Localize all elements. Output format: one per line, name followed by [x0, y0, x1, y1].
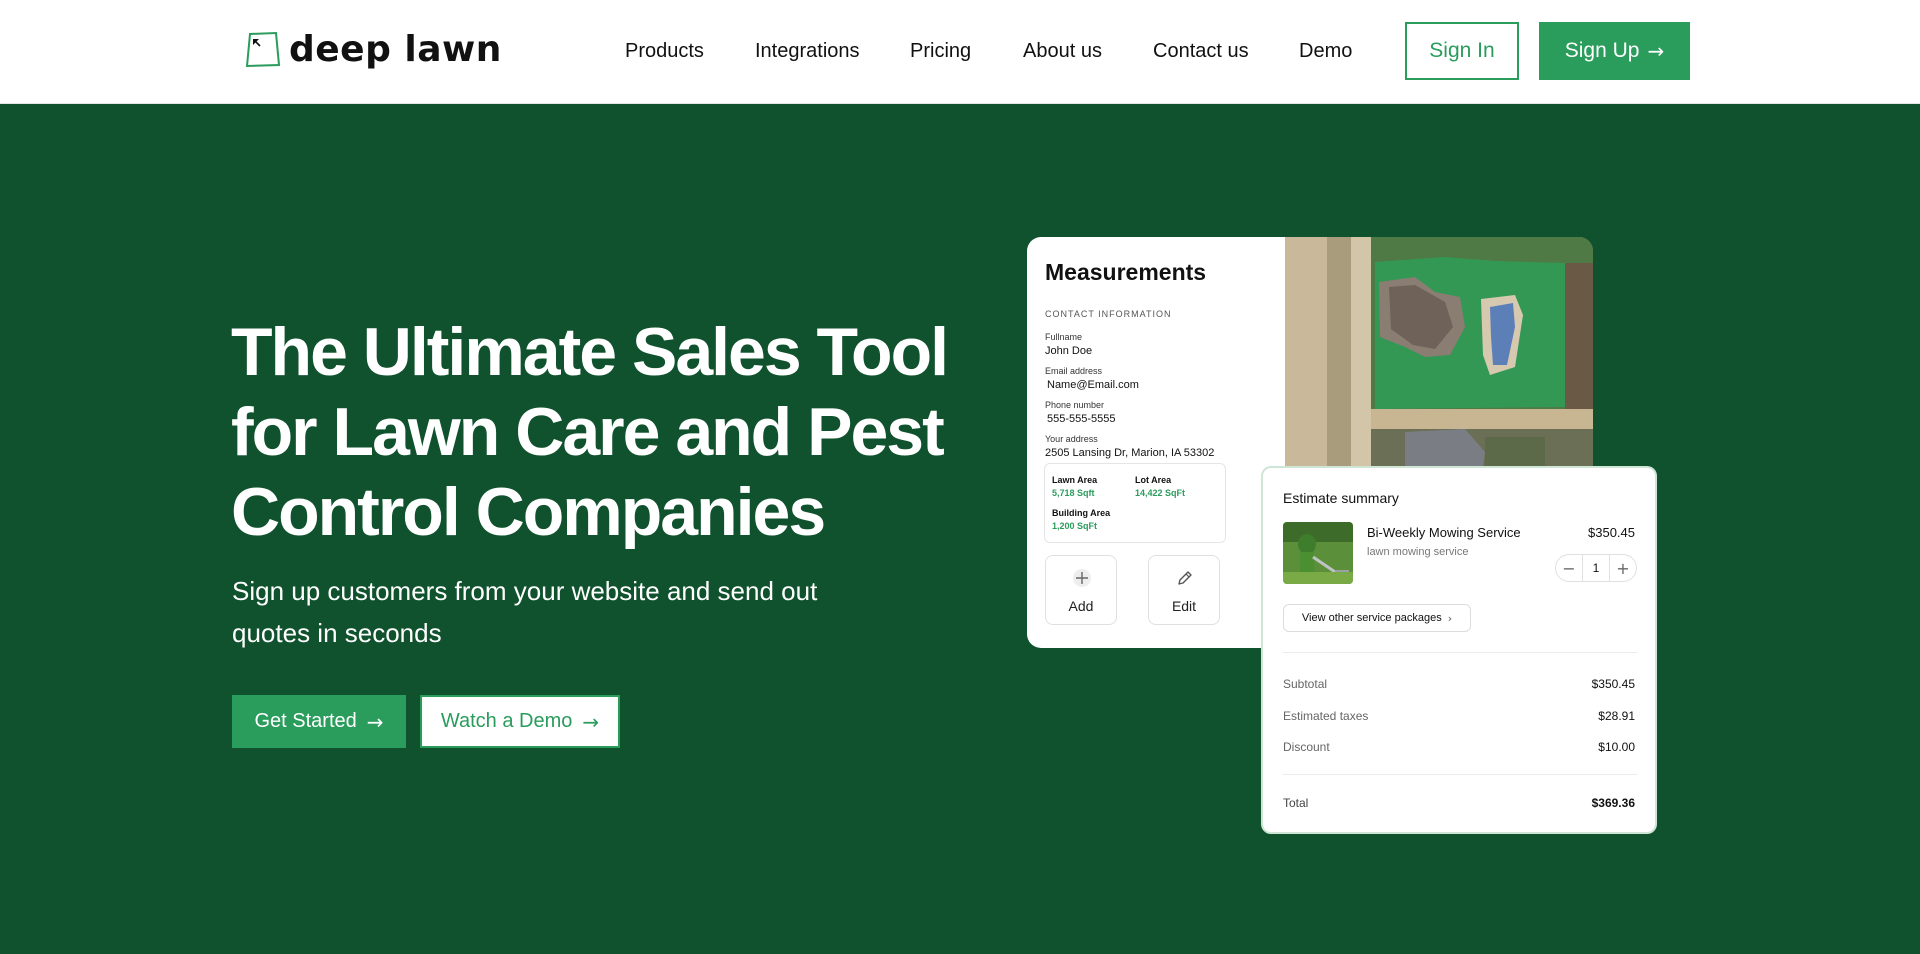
taxes-label: Estimated taxes — [1283, 709, 1369, 723]
phone-value: 555-555-5555 — [1047, 413, 1116, 425]
subtotal-label: Subtotal — [1283, 677, 1328, 691]
lawn-area-value: 5,718 Sqft — [1052, 488, 1095, 498]
hero-title: The Ultimate Sales Tool for Lawn Care an… — [231, 312, 991, 552]
discount-label: Discount — [1283, 740, 1330, 754]
quantity-value[interactable]: 1 — [1582, 555, 1610, 581]
hero-subtitle: Sign up customers from your website and … — [232, 570, 872, 654]
total-value: $369.36 — [1591, 796, 1635, 810]
estimate-summary-card: Estimate summary Bi-Weekly Mowing Servic… — [1261, 466, 1657, 834]
discount-value: $10.00 — [1598, 740, 1635, 754]
hero-title-line: for Lawn Care and Pest — [231, 394, 945, 470]
contact-info-heading: CONTACT INFORMATION — [1045, 309, 1172, 319]
lawn-polygon-icon — [245, 31, 281, 68]
add-label: Add — [1068, 598, 1094, 614]
building-area-label: Building Area — [1052, 508, 1111, 518]
nav-products[interactable]: Products — [625, 38, 704, 64]
taxes-value: $28.91 — [1598, 709, 1635, 723]
measurements-title: Measurements — [1045, 259, 1207, 285]
lot-area-value: 14,422 SqFt — [1135, 488, 1186, 498]
nav-integrations[interactable]: Integrations — [755, 38, 860, 64]
get-started-label: Get Started — [254, 710, 357, 732]
plus-circle-icon — [1073, 569, 1091, 587]
fullname-value: John Doe — [1045, 345, 1093, 357]
sign-in-button[interactable]: Sign In — [1405, 22, 1519, 80]
lot-area-label: Lot Area — [1135, 475, 1172, 485]
service-thumbnail — [1283, 522, 1353, 584]
service-price: $350.45 — [1588, 525, 1635, 540]
arrow-right-icon: → — [366, 709, 384, 734]
edit-label: Edit — [1171, 598, 1197, 614]
site-header: deep lawn Products Integrations Pricing … — [0, 0, 1920, 104]
address-label: Your address — [1045, 434, 1098, 444]
get-started-button[interactable]: Get Started → — [232, 695, 406, 748]
nav-contact-us[interactable]: Contact us — [1153, 38, 1249, 64]
view-packages-label: View other service packages — [1301, 612, 1442, 624]
sign-in-label: Sign In — [1429, 39, 1495, 62]
fullname-label: Fullname — [1045, 332, 1083, 342]
divider — [1283, 774, 1637, 775]
add-button[interactable]: Add — [1045, 555, 1117, 625]
area-summary: Lawn Area 5,718 Sqft Lot Area 14,422 SqF… — [1044, 463, 1226, 543]
nav-pricing[interactable]: Pricing — [910, 38, 971, 64]
pencil-icon — [1178, 571, 1192, 585]
logo[interactable]: deep lawn — [245, 30, 502, 70]
sign-up-label: Sign Up — [1564, 39, 1640, 62]
hero-subtitle-line: quotes in seconds — [232, 618, 442, 648]
total-label: Total — [1283, 796, 1309, 810]
nav-about-us[interactable]: About us — [1023, 38, 1102, 64]
phone-label: Phone number — [1045, 400, 1105, 410]
estimate-title: Estimate summary — [1283, 490, 1399, 506]
email-value: Name@Email.com — [1047, 379, 1139, 391]
service-description: lawn mowing service — [1367, 546, 1469, 558]
address-value: 2505 Lansing Dr, Marion, IA 53302 — [1045, 447, 1215, 459]
hero-title-line: The Ultimate Sales Tool — [231, 314, 949, 390]
sign-up-button[interactable]: Sign Up → — [1539, 22, 1690, 80]
hero-subtitle-line: Sign up customers from your website and … — [232, 576, 818, 606]
watch-demo-button[interactable]: Watch a Demo → — [420, 695, 620, 748]
view-packages-button[interactable]: View other service packages › — [1283, 604, 1471, 632]
hero-title-line: Control Companies — [231, 474, 826, 550]
decrement-button[interactable]: − — [1556, 555, 1582, 581]
subtotal-value: $350.45 — [1591, 677, 1635, 691]
divider — [1283, 652, 1637, 653]
edit-button[interactable]: Edit — [1148, 555, 1220, 625]
brand-name: deep lawn — [289, 29, 502, 70]
quantity-stepper: − 1 + — [1555, 554, 1637, 582]
lawn-area-label: Lawn Area — [1052, 475, 1098, 485]
arrow-right-icon: → — [582, 709, 600, 734]
email-label: Email address — [1045, 366, 1103, 376]
arrow-right-icon: → — [1647, 39, 1665, 63]
service-name: Bi-Weekly Mowing Service — [1367, 525, 1521, 540]
nav-demo[interactable]: Demo — [1299, 38, 1352, 64]
building-area-value: 1,200 SqFt — [1052, 521, 1098, 531]
chevron-right-icon: › — [1447, 611, 1453, 625]
watch-demo-label: Watch a Demo — [440, 710, 573, 732]
increment-button[interactable]: + — [1610, 555, 1636, 581]
